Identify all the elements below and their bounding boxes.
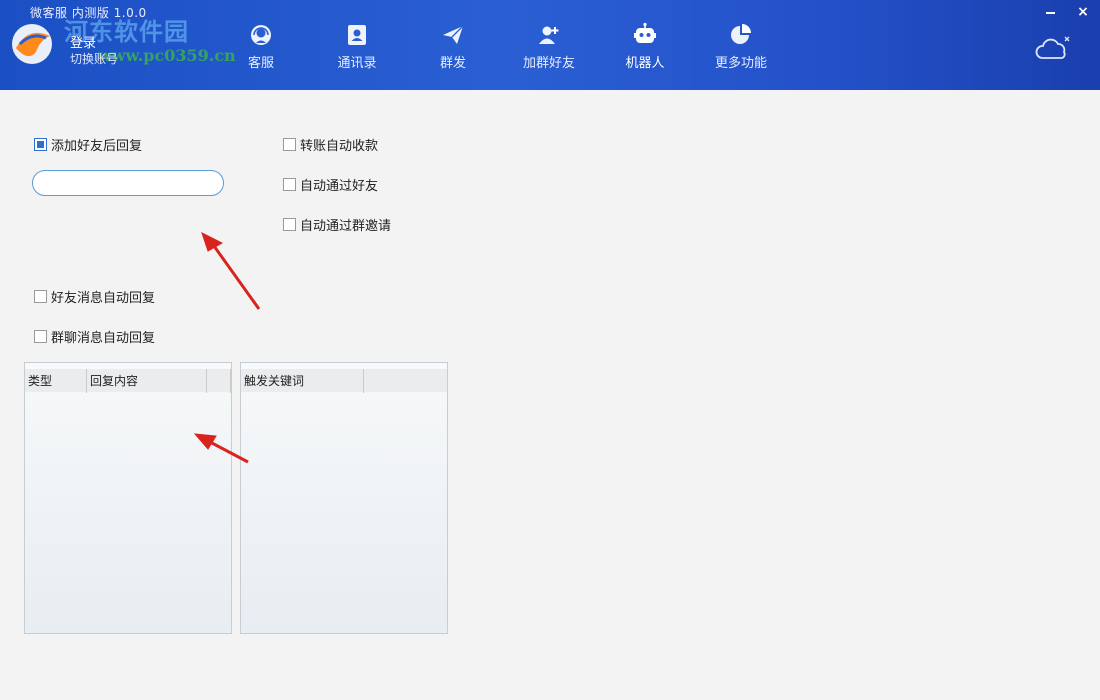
keyword-table-header: 触发关键词 [241, 369, 447, 393]
checkbox-label: 自动通过群邀请 [300, 219, 392, 234]
nav-item-customer-service[interactable]: 客服 [216, 22, 306, 78]
friend-reply-input[interactable] [32, 170, 224, 196]
reply-table[interactable]: 类型 回复内容 [24, 362, 232, 634]
auto-accept-friend-checkbox[interactable]: 自动通过好友 [283, 175, 378, 194]
add-friend-icon [539, 26, 559, 44]
nav-label: 加群好友 [522, 56, 575, 71]
pie-chart-icon [731, 24, 751, 44]
column-header-filler [364, 369, 447, 393]
minimize-button[interactable] [1044, 4, 1058, 18]
robot-icon [634, 22, 656, 43]
column-header-filler [207, 369, 231, 393]
auto-accept-group-checkbox[interactable]: 自动通过群邀请 [283, 215, 391, 234]
checkbox-label: 群聊消息自动回复 [51, 331, 156, 346]
checkbox-label: 转账自动收款 [300, 139, 379, 154]
cloud-sync-icon[interactable] [1034, 34, 1074, 64]
checkbox-box[interactable] [283, 138, 296, 151]
group-msg-auto-reply-checkbox[interactable]: 群聊消息自动回复 [34, 327, 155, 346]
paper-plane-icon [443, 25, 464, 44]
keyword-table[interactable]: 触发关键词 [240, 362, 448, 634]
headset-icon [251, 25, 271, 45]
friend-msg-auto-reply-checkbox[interactable]: 好友消息自动回复 [34, 287, 155, 306]
nav-label: 更多功能 [714, 56, 767, 71]
nav-item-more[interactable]: 更多功能 [696, 22, 786, 78]
checkbox-box[interactable] [34, 330, 47, 343]
column-header-reply-content[interactable]: 回复内容 [87, 369, 207, 393]
reply-table-header: 类型 回复内容 [25, 369, 231, 393]
nav-item-robot[interactable]: 机器人 [600, 22, 690, 78]
nav-label: 群发 [439, 56, 466, 71]
nav-item-broadcast[interactable]: 群发 [408, 22, 498, 78]
add-friend-reply-checkbox[interactable]: 添加好友后回复 [34, 135, 142, 154]
checkbox-label: 添加好友后回复 [51, 139, 143, 154]
nav-item-add-friends[interactable]: 加群好友 [504, 22, 594, 78]
nav-item-contacts[interactable]: 通讯录 [312, 22, 402, 78]
column-header-type[interactable]: 类型 [25, 369, 87, 393]
checkbox-box[interactable] [34, 290, 47, 303]
switch-account-link[interactable]: 切换账号 [70, 50, 118, 67]
checkbox-box[interactable] [283, 218, 296, 231]
login-link[interactable]: 登录 [70, 32, 96, 51]
title-bar: 微客服 内测版 1.0.0 河东软件园 www.pc0359.cn 登录 切换账… [0, 0, 1100, 90]
transfer-auto-collect-checkbox[interactable]: 转账自动收款 [283, 135, 378, 154]
checkbox-label: 自动通过好友 [300, 179, 379, 194]
close-button[interactable]: × [1076, 5, 1090, 19]
column-header-trigger-keyword[interactable]: 触发关键词 [241, 369, 364, 393]
checkbox-box[interactable] [283, 178, 296, 191]
contacts-icon [348, 25, 366, 45]
nav-label: 客服 [247, 56, 274, 71]
checkbox-label: 好友消息自动回复 [51, 291, 156, 306]
checkbox-box[interactable] [34, 138, 47, 151]
nav-label: 机器人 [625, 56, 665, 71]
annotation-arrow-input [201, 232, 261, 310]
app-logo-icon [12, 24, 52, 64]
nav-label: 通讯录 [337, 56, 377, 71]
